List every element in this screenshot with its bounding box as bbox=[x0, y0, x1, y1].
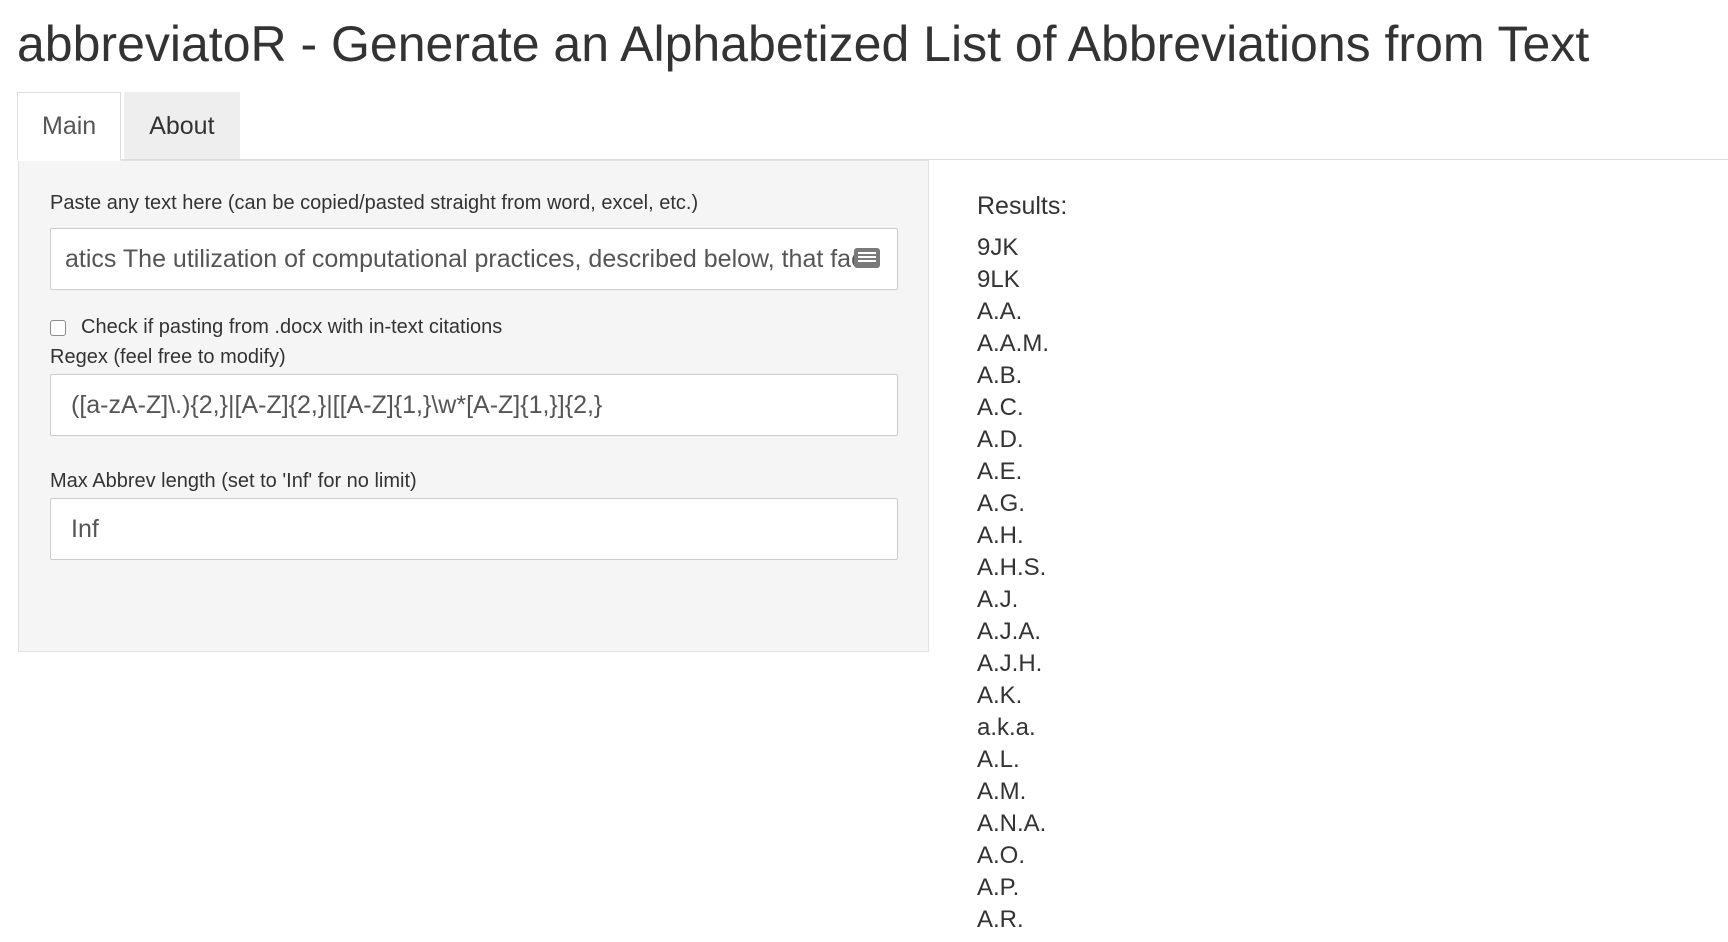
results-list: 9JK 9LK A.A. A.A.M. A.B. A.C. A.D. A.E. A.G. A.H.… bbox=[977, 232, 1067, 936]
keyboard-icon bbox=[854, 248, 880, 268]
app-page: abbreviatoR - Generate an Alphabetized L… bbox=[0, 0, 1728, 942]
result-item: A.K. bbox=[977, 682, 1023, 709]
max-length-label: Max Abbrev length (set to 'Inf' for no l… bbox=[50, 470, 417, 492]
result-item: A.C. bbox=[977, 394, 1024, 421]
result-item: A.B. bbox=[977, 362, 1023, 389]
result-item: A.J.H. bbox=[977, 650, 1043, 677]
docx-checkbox-row[interactable]: Check if pasting from .docx with in-text… bbox=[50, 316, 502, 339]
result-item: A.R. bbox=[977, 906, 1024, 933]
docx-checkbox-label: Check if pasting from .docx with in-text… bbox=[81, 316, 503, 338]
regex-label: Regex (feel free to modify) bbox=[50, 346, 286, 368]
tab-about[interactable]: About bbox=[124, 92, 240, 160]
result-item: A.J. bbox=[977, 586, 1019, 613]
result-item: 9JK bbox=[977, 234, 1019, 261]
result-item: A.A.M. bbox=[977, 330, 1050, 357]
result-item: a.k.a. bbox=[977, 714, 1036, 741]
result-item: A.L. bbox=[977, 746, 1020, 773]
result-item: A.E. bbox=[977, 458, 1023, 485]
results-panel: Results: 9JK 9LK A.A. A.A.M. A.B. A.C. A.D. A.E… bbox=[977, 190, 1067, 936]
result-item: A.M. bbox=[977, 778, 1027, 805]
result-item: A.D. bbox=[977, 426, 1024, 453]
result-item: A.O. bbox=[977, 842, 1026, 869]
result-item: 9LK bbox=[977, 266, 1020, 293]
result-item: A.G. bbox=[977, 490, 1026, 517]
result-item: A.A. bbox=[977, 298, 1023, 325]
max-length-input[interactable] bbox=[50, 498, 898, 560]
tab-bar: Main About bbox=[17, 92, 243, 161]
result-item: A.H. bbox=[977, 522, 1024, 549]
result-item: A.P. bbox=[977, 874, 1020, 901]
page-title: abbreviatoR - Generate an Alphabetized L… bbox=[17, 16, 1590, 72]
text-input[interactable]: atics The utilization of computational p… bbox=[50, 228, 898, 290]
tab-main[interactable]: Main bbox=[17, 92, 122, 161]
text-input-label: Paste any text here (can be copied/paste… bbox=[50, 192, 699, 214]
results-label: Results: bbox=[977, 192, 1068, 220]
input-panel: Paste any text here (can be copied/paste… bbox=[18, 160, 929, 652]
result-item: A.H.S. bbox=[977, 554, 1047, 581]
result-item: A.N.A. bbox=[977, 810, 1047, 837]
docx-checkbox[interactable] bbox=[50, 319, 66, 336]
result-item: A.J.A. bbox=[977, 618, 1042, 645]
regex-input[interactable] bbox=[50, 374, 898, 436]
text-input-value: atics The utilization of computational p… bbox=[65, 244, 870, 273]
